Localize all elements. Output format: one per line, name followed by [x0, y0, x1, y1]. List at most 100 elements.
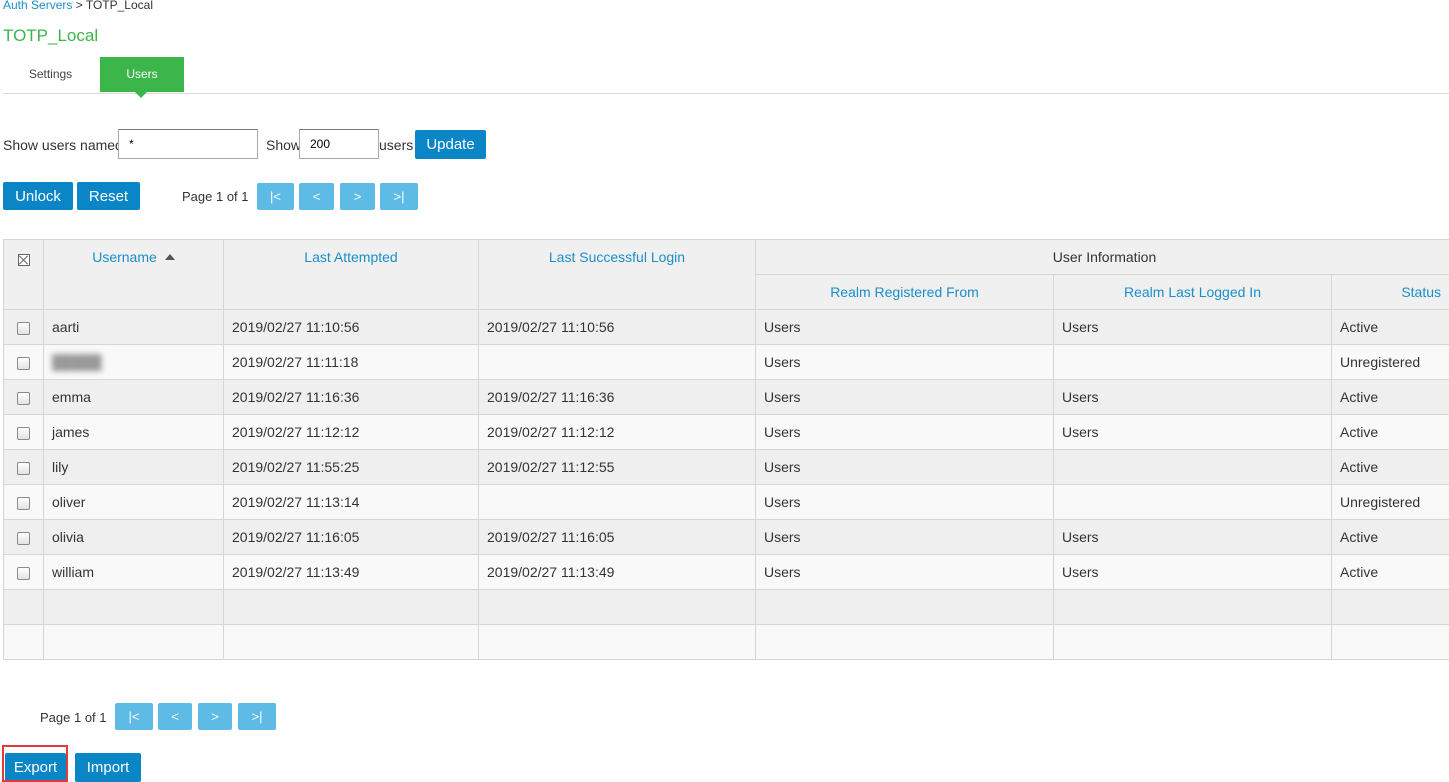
status-cell: Unregistered: [1330, 344, 1449, 380]
status-cell: Active: [1330, 414, 1449, 450]
last-success-cell: [478, 344, 756, 380]
last-attempted-cell: 2019/02/27 11:16:05: [223, 519, 479, 555]
prev-page-button-bottom[interactable]: <: [158, 703, 192, 730]
realm-registered-cell: Users: [755, 379, 1054, 415]
first-page-button-bottom[interactable]: |<: [115, 703, 153, 730]
realm-last-cell: Users: [1053, 309, 1332, 345]
row-select-cell: [3, 554, 44, 590]
row-checkbox[interactable]: [17, 531, 30, 545]
status-cell: Active: [1330, 519, 1449, 555]
realm-last-logged-in-header[interactable]: Realm Last Logged In: [1053, 274, 1332, 310]
page-title: TOTP_Local: [3, 26, 99, 45]
last-successful-login-header[interactable]: Last Successful Login: [478, 239, 756, 310]
realm-registered-cell: Users: [755, 449, 1054, 485]
table-row[interactable]: james 2019/02/27 11:12:12 2019/02/27 11:12…: [3, 414, 1449, 450]
row-checkbox[interactable]: [17, 461, 30, 475]
last-successful-login-header-label[interactable]: Last Successful Login: [549, 249, 685, 265]
last-attempted-cell: 2019/02/27 11:55:25: [223, 449, 479, 485]
reset-button[interactable]: Reset: [77, 182, 140, 210]
status-cell: Active: [1330, 379, 1449, 415]
table-row[interactable]: olivia 2019/02/27 11:16:05 2019/02/27 11:1…: [3, 519, 1449, 555]
username-cell: william: [43, 554, 224, 590]
last-attempted-cell: 2019/02/27 11:13:14: [223, 484, 479, 520]
realm-last-cell: Users: [1053, 379, 1332, 415]
breadcrumb-auth-servers-link[interactable]: Auth Servers: [3, 0, 72, 12]
row-checkbox[interactable]: [17, 426, 30, 440]
username-cell: █████: [43, 344, 224, 380]
last-success-cell: 2019/02/27 11:12:55: [478, 449, 756, 485]
username-cell: olivia: [43, 519, 224, 555]
table-row[interactable]: lily 2019/02/27 11:55:25 2019/02/27 11:12:…: [3, 449, 1449, 485]
next-page-button-top[interactable]: >: [340, 183, 375, 210]
realm-registered-cell: Users: [755, 484, 1054, 520]
row-select-cell: [3, 379, 44, 415]
status-cell: Active: [1330, 309, 1449, 345]
realm-registered-from-header-label[interactable]: Realm Registered From: [830, 284, 979, 300]
realm-registered-cell: Users: [755, 309, 1054, 345]
tab-settings[interactable]: Settings: [3, 57, 98, 92]
last-page-button-bottom[interactable]: >|: [238, 703, 276, 730]
username-filter-input[interactable]: [118, 129, 258, 159]
status-header[interactable]: Status: [1330, 274, 1449, 310]
last-success-cell: [478, 484, 756, 520]
last-attempted-cell: 2019/02/27 11:11:18: [223, 344, 479, 380]
empty-cell: [478, 624, 756, 660]
first-page-button-top[interactable]: |<: [257, 183, 294, 210]
empty-cell: [3, 624, 44, 660]
row-checkbox[interactable]: [17, 391, 30, 405]
row-select-cell: [3, 519, 44, 555]
row-checkbox[interactable]: [17, 566, 30, 580]
empty-cell: [43, 589, 224, 625]
active-tab-caret-icon: [135, 92, 147, 98]
realm-last-cell: [1053, 449, 1332, 485]
last-attempted-cell: 2019/02/27 11:10:56: [223, 309, 479, 345]
status-header-label[interactable]: Status: [1401, 284, 1441, 300]
last-page-button-top[interactable]: >|: [380, 183, 418, 210]
import-button[interactable]: Import: [75, 753, 141, 782]
update-button[interactable]: Update: [415, 130, 486, 159]
page-info-bottom: Page 1 of 1: [40, 710, 107, 725]
empty-cell: [1330, 589, 1449, 625]
table-row[interactable]: william 2019/02/27 11:13:49 2019/02/27 11:…: [3, 554, 1449, 590]
tab-users-label: Users: [126, 67, 158, 81]
row-checkbox[interactable]: [17, 496, 30, 510]
last-attempted-header[interactable]: Last Attempted: [223, 239, 479, 310]
realm-registered-cell: Users: [755, 414, 1054, 450]
tab-users[interactable]: Users: [100, 57, 184, 98]
empty-cell: [43, 624, 224, 660]
realm-last-logged-in-header-label[interactable]: Realm Last Logged In: [1124, 284, 1261, 300]
row-checkbox[interactable]: [17, 356, 30, 370]
unlock-button[interactable]: Unlock: [3, 182, 73, 210]
row-select-cell: [3, 449, 44, 485]
status-cell: Unregistered: [1330, 484, 1449, 520]
last-attempted-cell: 2019/02/27 11:12:12: [223, 414, 479, 450]
prev-page-button-top[interactable]: <: [299, 183, 334, 210]
show-users-named-label: Show users named:: [3, 137, 127, 153]
row-checkbox[interactable]: [17, 321, 30, 335]
realm-registered-cell: Users: [755, 554, 1054, 590]
status-cell: Active: [1330, 554, 1449, 590]
user-count-input[interactable]: [299, 129, 379, 159]
realm-last-cell: [1053, 344, 1332, 380]
realm-registered-from-header[interactable]: Realm Registered From: [755, 274, 1054, 310]
username-header[interactable]: Username: [43, 239, 224, 310]
export-highlight-box: [2, 745, 68, 782]
next-page-button-bottom[interactable]: >: [198, 703, 232, 730]
last-success-cell: 2019/02/27 11:16:36: [478, 379, 756, 415]
select-all-icon[interactable]: [17, 254, 30, 267]
username-cell: james: [43, 414, 224, 450]
row-select-cell: [3, 414, 44, 450]
username-header-label[interactable]: Username: [92, 249, 157, 265]
table-row[interactable]: emma 2019/02/27 11:16:36 2019/02/27 11:16:…: [3, 379, 1449, 415]
last-success-cell: 2019/02/27 11:10:56: [478, 309, 756, 345]
table-row[interactable]: █████ 2019/02/27 11:11:18 Users Unregistere…: [3, 344, 1449, 380]
empty-cell: [1053, 589, 1332, 625]
breadcrumb: Auth Servers > TOTP_Local: [3, 0, 153, 12]
last-attempted-header-label[interactable]: Last Attempted: [304, 249, 397, 265]
row-select-cell: [3, 344, 44, 380]
table-row[interactable]: aarti 2019/02/27 11:10:56 2019/02/27 11:10…: [3, 309, 1449, 345]
empty-table-row: [3, 589, 1449, 625]
users-table: Username Last Attempted Last Successful …: [3, 239, 1449, 660]
table-row[interactable]: oliver 2019/02/27 11:13:14 Users Unregister…: [3, 484, 1449, 520]
realm-registered-cell: Users: [755, 519, 1054, 555]
